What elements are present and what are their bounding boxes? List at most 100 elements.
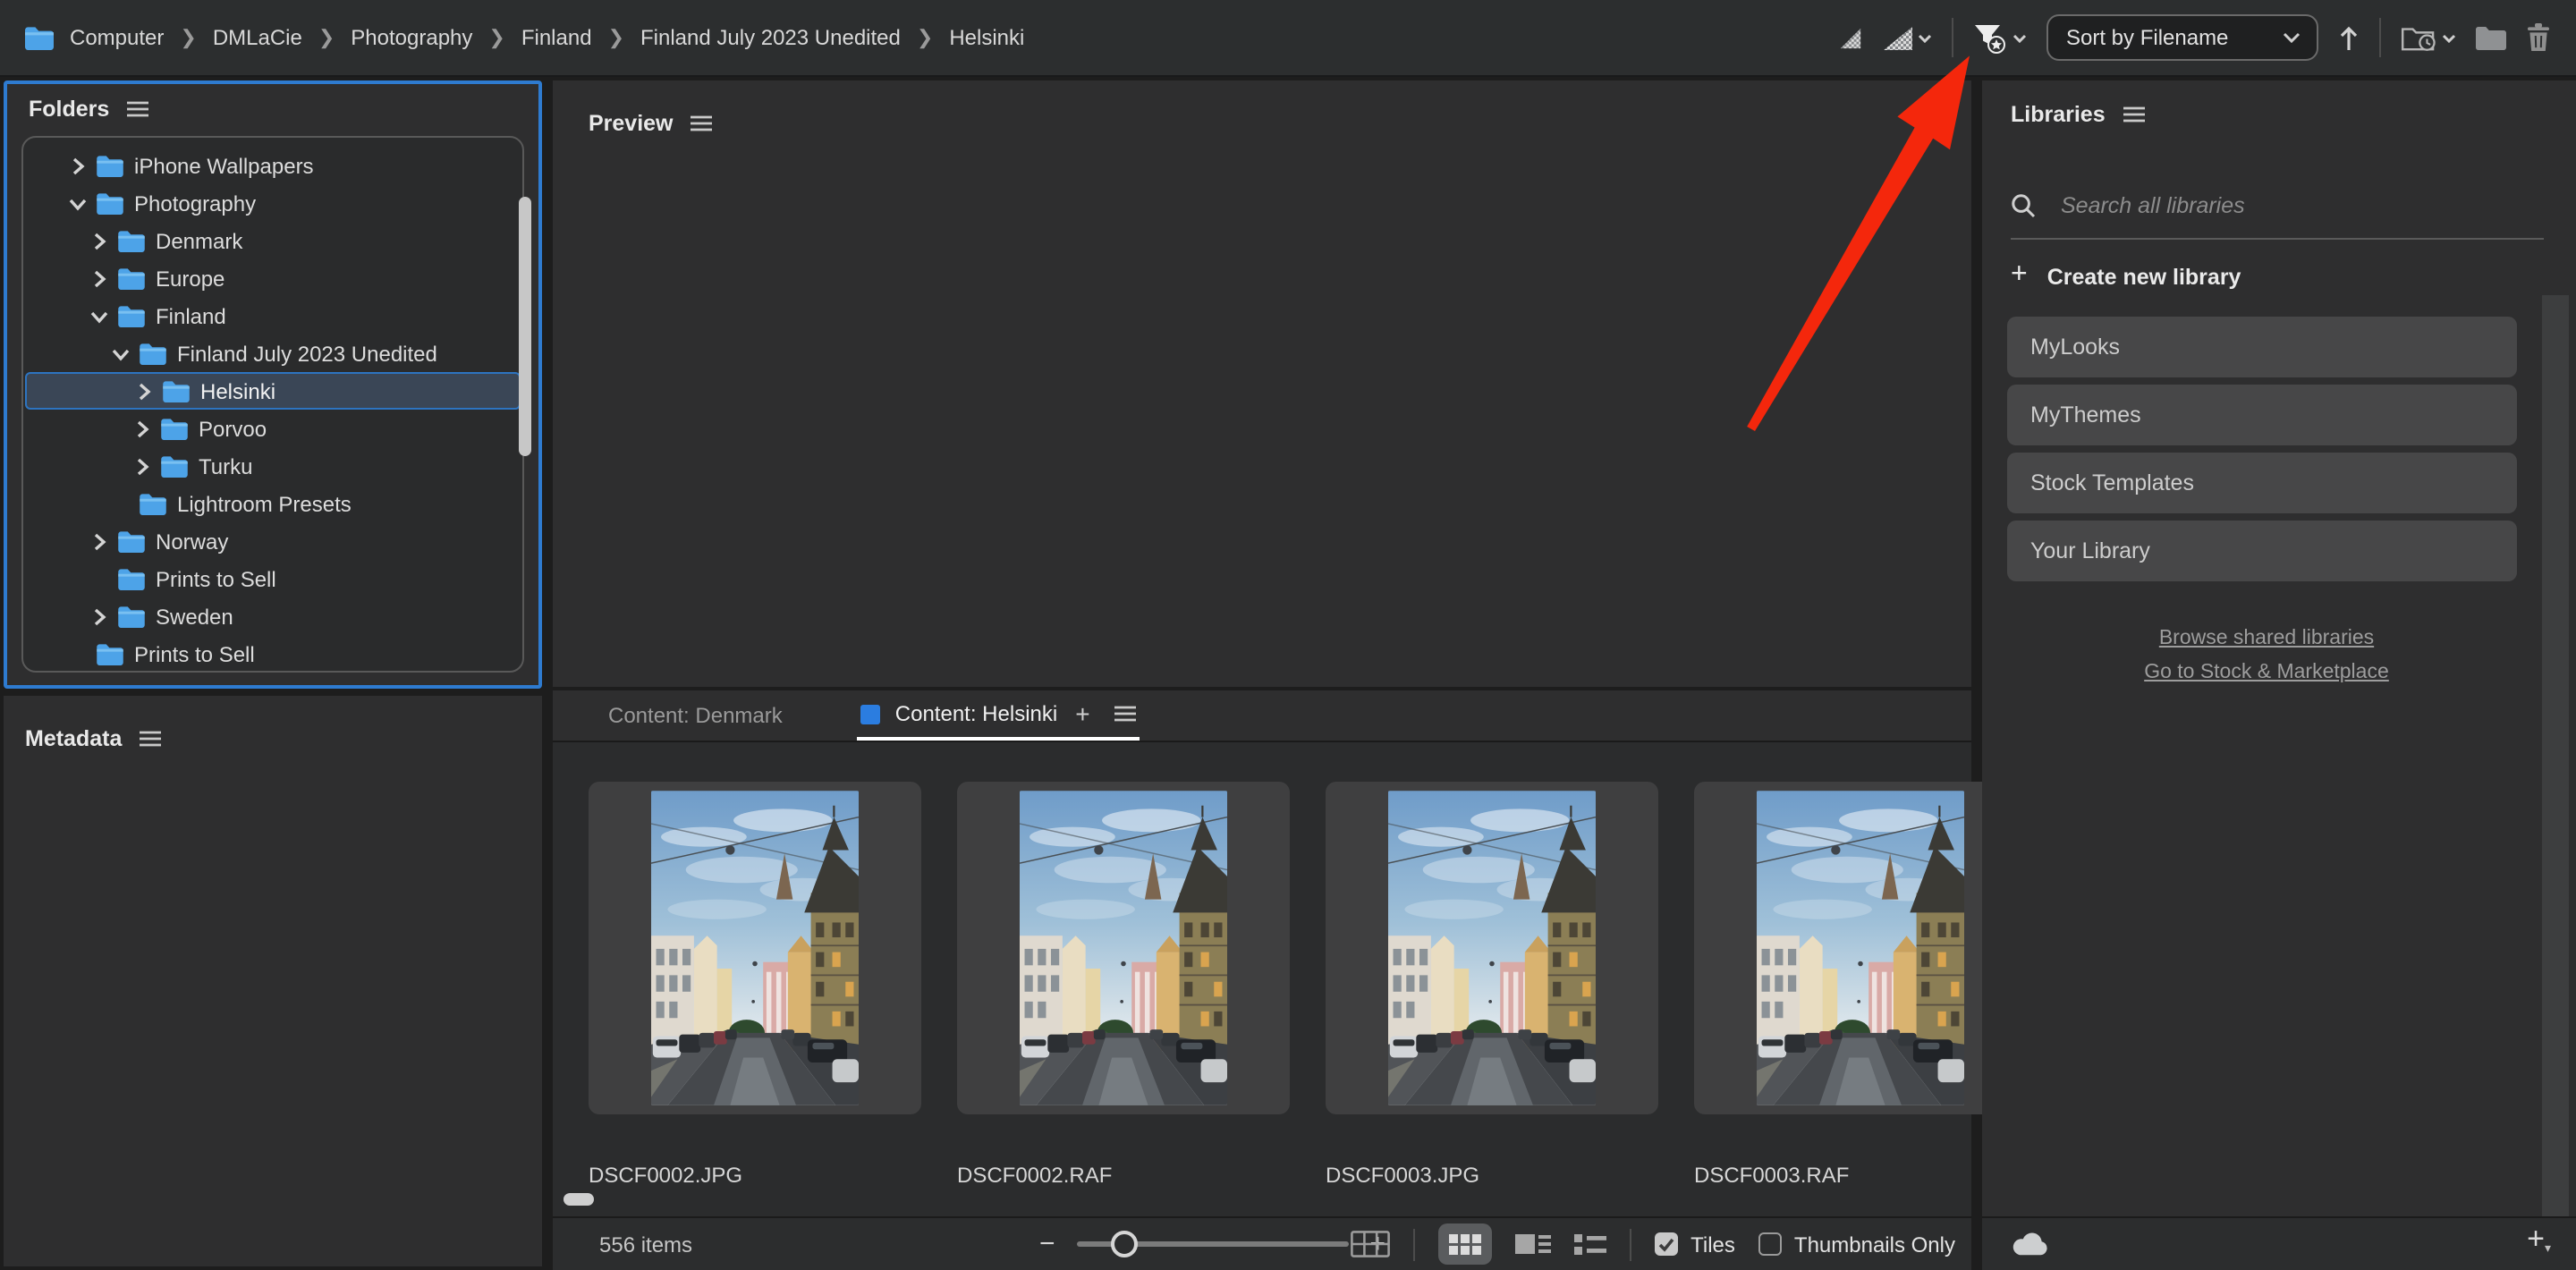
folder-icon bbox=[161, 418, 188, 439]
chevron-right-icon[interactable] bbox=[91, 532, 107, 550]
create-new-library-button[interactable]: + Create new library bbox=[2011, 263, 2241, 292]
list-view-icon[interactable] bbox=[1574, 1233, 1606, 1255]
thumbnail-filename: DSCF0003.JPG bbox=[1326, 1163, 1658, 1188]
folder-tree-item-photography[interactable]: Photography bbox=[23, 184, 522, 222]
folder-icon bbox=[97, 155, 123, 176]
thumbnail-card[interactable] bbox=[1694, 782, 2027, 1114]
folder-tree-item-finland-july-2023-unedited[interactable]: Finland July 2023 Unedited bbox=[23, 334, 522, 372]
grid-view-icon[interactable] bbox=[1351, 1231, 1390, 1257]
recent-items-icon[interactable] bbox=[2401, 23, 2456, 52]
folder-label: Europe bbox=[156, 266, 225, 291]
breadcrumb-item[interactable]: Computer bbox=[70, 25, 164, 50]
folder-tree: iPhone WallpapersPhotographyDenmark Europ… bbox=[21, 136, 524, 673]
cloud-sync-icon[interactable] bbox=[2011, 1231, 2050, 1257]
folder-tree-item-finland[interactable]: Finland bbox=[23, 297, 522, 334]
breadcrumb-item[interactable]: Finland bbox=[521, 25, 592, 50]
breadcrumb-separator-icon: ❯ bbox=[488, 25, 504, 48]
add-tab-icon[interactable]: + bbox=[1075, 701, 1089, 726]
slider-knob[interactable] bbox=[1111, 1231, 1138, 1257]
breadcrumb-item[interactable]: Helsinki bbox=[949, 25, 1024, 50]
folder-tree-item-iphone-wallpapers[interactable]: iPhone Wallpapers bbox=[23, 147, 522, 184]
library-card-stock-templates[interactable]: Stock Templates bbox=[2007, 453, 2517, 513]
metadata-panel-header: Metadata bbox=[4, 696, 542, 764]
panel-menu-icon[interactable] bbox=[127, 100, 148, 118]
tab-content-helsinki[interactable]: Content: Helsinki + bbox=[858, 690, 1140, 741]
sort-dropdown-value: Sort by Filename bbox=[2066, 25, 2228, 50]
tab-content-denmark[interactable]: Content: Denmark bbox=[608, 690, 783, 741]
search-icon bbox=[2011, 193, 2036, 218]
sort-dropdown[interactable]: Sort by Filename bbox=[2046, 14, 2318, 61]
thumbnail-cell: DSCF0003.JPG bbox=[1326, 782, 1658, 1188]
panel-menu-icon[interactable] bbox=[2123, 106, 2145, 123]
folder-label: Sweden bbox=[156, 604, 233, 629]
folder-tree-item-prints-to-sell[interactable]: Prints to Sell bbox=[23, 560, 522, 597]
panel-menu-icon[interactable] bbox=[140, 730, 161, 748]
library-card-mylooks[interactable]: MyLooks bbox=[2007, 317, 2517, 377]
slider-track[interactable] bbox=[1077, 1241, 1349, 1247]
chevron-down-icon[interactable] bbox=[70, 194, 86, 212]
breadcrumb-item[interactable]: DMLaCie bbox=[213, 25, 302, 50]
folder-icon bbox=[140, 343, 166, 364]
library-card-your-library[interactable]: Your Library bbox=[2007, 521, 2517, 581]
thumbnail-quality-options-icon[interactable] bbox=[1882, 24, 1932, 51]
chevron-right-icon[interactable] bbox=[134, 419, 150, 437]
thumbnail-quality-small-icon[interactable] bbox=[1839, 26, 1862, 49]
horizontal-scrollbar[interactable] bbox=[564, 1193, 594, 1206]
new-folder-icon[interactable] bbox=[2476, 25, 2506, 50]
chevron-right-icon[interactable] bbox=[91, 607, 107, 625]
checkbox-checked-icon[interactable] bbox=[1655, 1232, 1678, 1256]
filter-icon[interactable] bbox=[1973, 22, 2027, 53]
folders-panel-header: Folders bbox=[7, 84, 538, 134]
library-search[interactable] bbox=[2011, 191, 2521, 220]
thumbnail-card[interactable] bbox=[589, 782, 921, 1114]
photo-thumbnail bbox=[1388, 791, 1596, 1105]
folder-icon bbox=[118, 568, 145, 589]
tab-menu-icon[interactable] bbox=[1115, 705, 1137, 723]
folder-label: Lightroom Presets bbox=[177, 491, 352, 516]
folder-tree-item-helsinki[interactable]: Helsinki bbox=[25, 372, 521, 410]
chevron-right-icon[interactable] bbox=[134, 457, 150, 475]
tiles-toggle[interactable]: Tiles bbox=[1655, 1232, 1735, 1257]
folder-tree-item-turku[interactable]: Turku bbox=[23, 447, 522, 485]
sort-ascending-icon[interactable] bbox=[2338, 24, 2360, 51]
folder-tree-item-denmark[interactable]: Denmark bbox=[23, 222, 522, 259]
breadcrumb-item[interactable]: Photography bbox=[351, 25, 472, 50]
chevron-right-icon[interactable] bbox=[91, 269, 107, 287]
thumbnail-cell: DSCF0002.RAF bbox=[957, 782, 1290, 1188]
folder-tree-item-sweden[interactable]: Sweden bbox=[23, 597, 522, 635]
thumbnail-size-slider: − + bbox=[1039, 1218, 1385, 1270]
library-link-browse-shared[interactable]: Browse shared libraries bbox=[1982, 622, 2551, 656]
library-card-mythemes[interactable]: MyThemes bbox=[2007, 385, 2517, 445]
chevron-right-icon[interactable] bbox=[91, 232, 107, 250]
checkbox-unchecked-icon[interactable] bbox=[1758, 1232, 1782, 1256]
details-view-icon[interactable] bbox=[1515, 1232, 1551, 1256]
breadcrumb-separator-icon: ❯ bbox=[318, 25, 335, 48]
breadcrumb-item[interactable]: Finland July 2023 Unedited bbox=[640, 25, 901, 50]
folder-tree-item-norway[interactable]: Norway bbox=[23, 522, 522, 560]
library-search-input[interactable] bbox=[2057, 191, 2494, 220]
folder-icon bbox=[161, 455, 188, 477]
folder-tree-item-lightroom-presets[interactable]: Lightroom Presets bbox=[23, 485, 522, 522]
folder-icon bbox=[118, 305, 145, 326]
delete-trash-icon[interactable] bbox=[2526, 23, 2551, 52]
zoom-out-icon[interactable]: − bbox=[1039, 1231, 1055, 1257]
chevron-down-icon[interactable] bbox=[91, 307, 107, 325]
folders-scrollbar[interactable] bbox=[519, 197, 531, 456]
chevron-right-icon[interactable] bbox=[70, 157, 86, 174]
breadcrumb-separator-icon: ❯ bbox=[608, 25, 624, 48]
add-library-item-icon[interactable]: +▾ bbox=[2527, 1223, 2551, 1256]
breadcrumb-separator-icon: ❯ bbox=[180, 25, 196, 48]
thumbnail-card[interactable] bbox=[1326, 782, 1658, 1114]
folder-tree-item-prints-to-sell[interactable]: Prints to Sell bbox=[23, 635, 522, 673]
metadata-panel: Metadata bbox=[4, 696, 542, 1266]
folder-tree-item-europe[interactable]: Europe bbox=[23, 259, 522, 297]
thumbnail-view-button[interactable] bbox=[1438, 1223, 1492, 1265]
panel-menu-icon[interactable] bbox=[691, 114, 713, 132]
chevron-right-icon[interactable] bbox=[136, 382, 152, 400]
thumbnail-card[interactable] bbox=[957, 782, 1290, 1114]
folder-tree-item-porvoo[interactable]: Porvoo bbox=[23, 410, 522, 447]
thumbnails-only-toggle[interactable]: Thumbnails Only bbox=[1758, 1232, 1955, 1257]
library-link-stock-marketplace[interactable]: Go to Stock & Marketplace bbox=[1982, 656, 2551, 690]
chevron-down-icon[interactable] bbox=[113, 344, 129, 362]
libraries-scrollbar[interactable] bbox=[2542, 295, 2569, 1216]
